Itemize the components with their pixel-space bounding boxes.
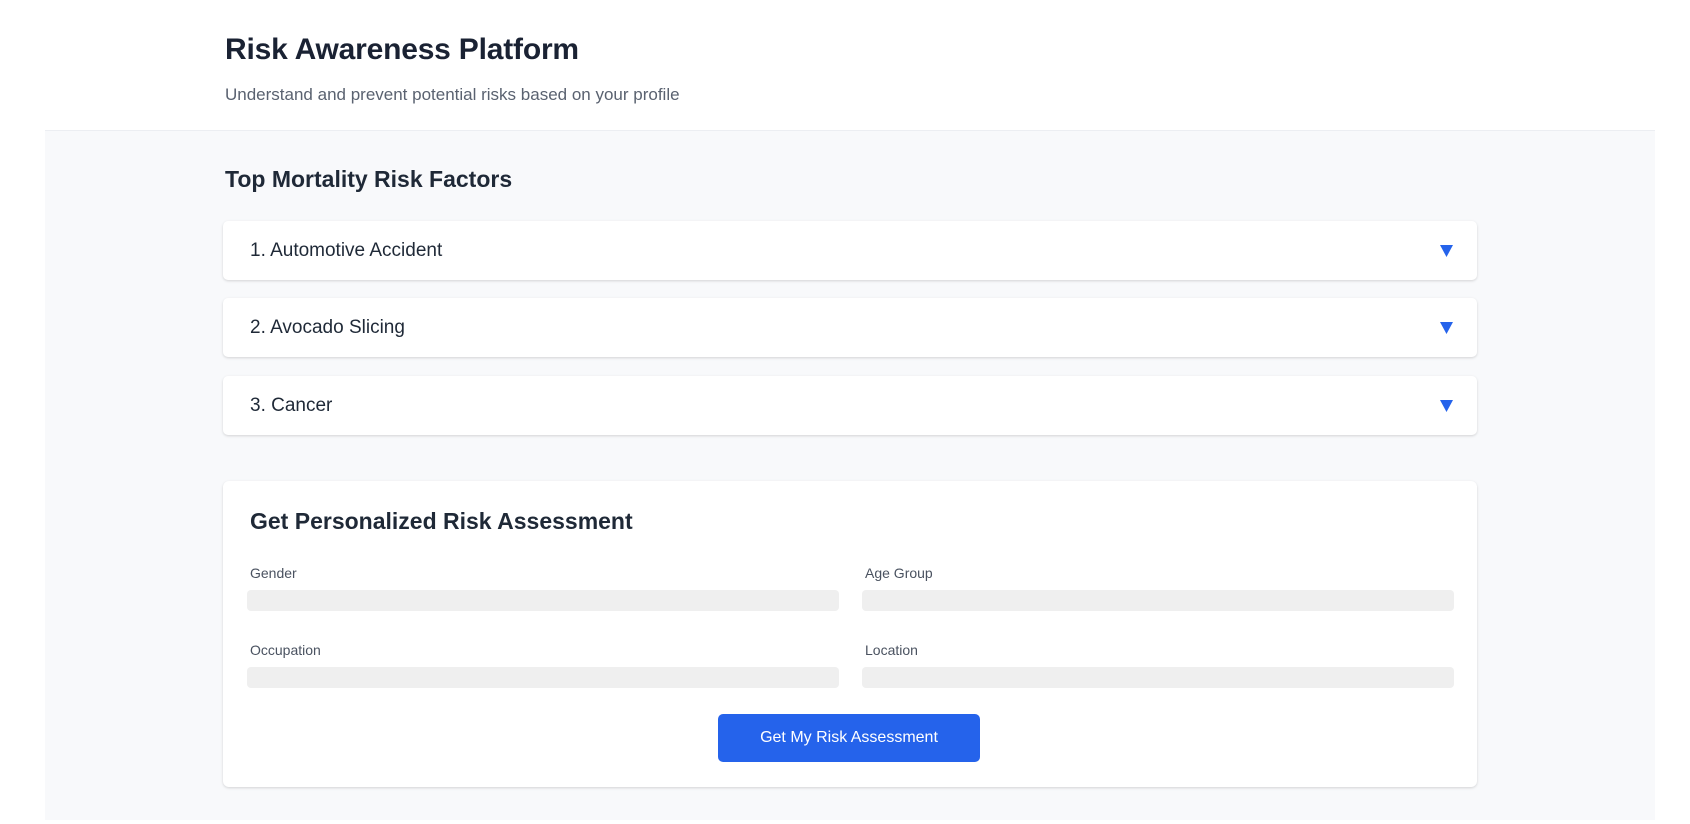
risk-item-automotive-accident[interactable]: 1. Automotive Accident [223, 221, 1477, 280]
risk-item-label: 3. Cancer [250, 394, 333, 416]
risk-item-cancer[interactable]: 3. Cancer [223, 376, 1477, 435]
page-title: Risk Awareness Platform [225, 33, 579, 66]
assessment-title: Get Personalized Risk Assessment [250, 508, 633, 534]
risk-factor-list: 1. Automotive Accident 2. Avocado Slicin… [223, 221, 1477, 435]
page-subtitle: Understand and prevent potential risks b… [225, 85, 680, 104]
risk-item-label: 1. Automotive Accident [250, 239, 443, 261]
chevron-down-icon [1440, 321, 1453, 334]
gender-label: Gender [250, 565, 297, 581]
chevron-down-icon [1440, 399, 1453, 412]
risk-item-label: 2. Avocado Slicing [250, 316, 405, 338]
occupation-label: Occupation [250, 642, 321, 658]
risk-item-avocado-slicing[interactable]: 2. Avocado Slicing [223, 298, 1477, 357]
page-header: Risk Awareness Platform Understand and p… [45, 0, 1655, 131]
get-risk-assessment-button[interactable]: Get My Risk Assessment [718, 714, 980, 762]
location-field[interactable] [862, 667, 1454, 688]
age-group-field[interactable] [862, 590, 1454, 611]
chevron-down-icon [1440, 244, 1453, 257]
risk-assessment-form: Get Personalized Risk Assessment Gender … [223, 481, 1477, 787]
risk-factors-heading: Top Mortality Risk Factors [225, 166, 513, 192]
age-group-label: Age Group [865, 565, 933, 581]
app-root: Risk Awareness Platform Understand and p… [45, 0, 1655, 820]
gender-field[interactable] [247, 590, 839, 611]
location-label: Location [865, 642, 918, 658]
occupation-field[interactable] [247, 667, 839, 688]
